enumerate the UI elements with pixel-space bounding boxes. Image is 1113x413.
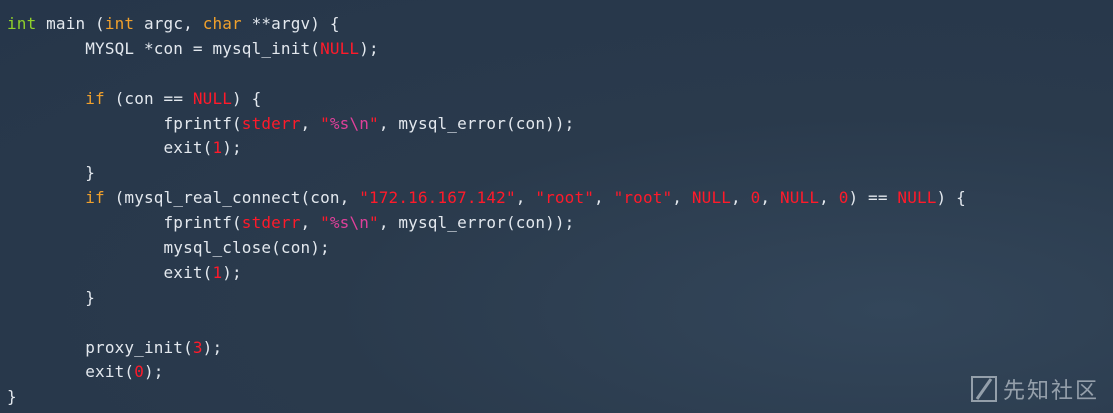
code-token: %s\n: [329, 213, 370, 233]
code-token: );: [143, 362, 164, 382]
code-token: "172.16.167.142": [359, 188, 516, 208]
code-token: }: [7, 287, 96, 307]
code-token: );: [202, 337, 223, 357]
code-token: int: [7, 14, 37, 33]
code-line: exit(0);: [7, 360, 1113, 385]
code-token: ,: [515, 188, 536, 208]
code-token: ,: [819, 188, 839, 208]
code-token: fprintf(: [7, 113, 242, 133]
watermark-text: 先知社区: [1002, 379, 1099, 404]
code-token: int: [104, 14, 135, 33]
code-line: exit(1);: [7, 136, 1113, 161]
code-token: NULL: [897, 188, 937, 208]
code-token: 0: [134, 362, 144, 382]
code-token: ) {: [232, 88, 262, 108]
code-token: (con ==: [104, 88, 193, 108]
code-line: if (con == NULL) {: [7, 87, 1113, 112]
code-token: ": [369, 113, 379, 133]
code-token: ,: [731, 188, 751, 208]
code-line: int main (int argc, char **argv) {: [7, 12, 1113, 37]
code-token: , mysql_error(con));: [378, 113, 575, 133]
code-line: fprintf(stderr, "%s\n", mysql_error(con)…: [7, 211, 1113, 236]
code-token: char: [202, 14, 242, 33]
code-token: NULL: [320, 38, 360, 58]
code-token: ) ==: [848, 188, 898, 208]
code-token: if: [85, 188, 105, 208]
code-token: if: [85, 88, 105, 108]
code-line: proxy_init(3);: [7, 336, 1113, 361]
code-token: }: [7, 387, 17, 407]
code-line: mysql_close(con);: [7, 236, 1113, 261]
code-token: ,: [760, 188, 780, 208]
code-token: mysql_close(con);: [7, 238, 330, 258]
code-token: MYSQL *con = mysql_init(: [7, 38, 321, 58]
code-token: %s\n: [329, 113, 370, 133]
code-line: MYSQL *con = mysql_init(NULL);: [7, 37, 1113, 62]
code-token: );: [359, 38, 379, 58]
code-line: fprintf(stderr, "%s\n", mysql_error(con)…: [7, 112, 1113, 137]
code-token: exit(: [7, 262, 213, 282]
code-token: ": [369, 213, 379, 233]
code-token: ": [320, 213, 330, 233]
code-token: argc,: [134, 14, 203, 33]
code-token: }: [7, 163, 96, 183]
code-editor[interactable]: int main (int argc, char **argv) { MYSQL…: [7, 12, 1113, 410]
code-token: ,: [300, 213, 321, 233]
code-token: "root": [613, 188, 673, 208]
code-token: proxy_init(: [7, 337, 193, 357]
code-token: fprintf(: [7, 213, 242, 233]
code-token: 1: [212, 138, 223, 158]
code-token: NULL: [192, 88, 233, 108]
xianzhi-logo-icon: [970, 376, 997, 402]
code-token: ,: [672, 188, 692, 208]
code-token: 3: [192, 337, 203, 357]
code-token: main (: [36, 14, 105, 33]
code-token: );: [222, 262, 242, 282]
code-token: (mysql_real_connect(con,: [104, 188, 360, 208]
code-token: NULL: [779, 188, 820, 208]
code-token: ,: [594, 188, 614, 208]
code-token: exit(: [7, 138, 213, 158]
code-token: **argv) {: [241, 14, 340, 33]
code-line: }: [7, 161, 1113, 186]
code-line: }: [7, 385, 1113, 410]
code-token: 0: [838, 188, 849, 208]
watermark: 先知社区: [970, 373, 1099, 405]
code-token: 0: [750, 188, 761, 208]
code-token: stderr: [241, 213, 301, 233]
code-line: exit(1);: [7, 261, 1113, 286]
code-line: if (mysql_real_connect(con, "172.16.167.…: [7, 186, 1113, 211]
code-token: ) {: [936, 188, 966, 208]
code-token: "root": [535, 188, 595, 208]
code-token: );: [222, 138, 242, 158]
code-token: ,: [300, 113, 321, 133]
code-token: ": [320, 113, 330, 133]
code-token: NULL: [691, 188, 732, 208]
code-line: }: [7, 286, 1113, 311]
code-token: , mysql_error(con));: [378, 213, 575, 233]
code-token: stderr: [241, 113, 301, 133]
code-token: 1: [212, 262, 223, 282]
code-token: exit(: [7, 362, 135, 382]
